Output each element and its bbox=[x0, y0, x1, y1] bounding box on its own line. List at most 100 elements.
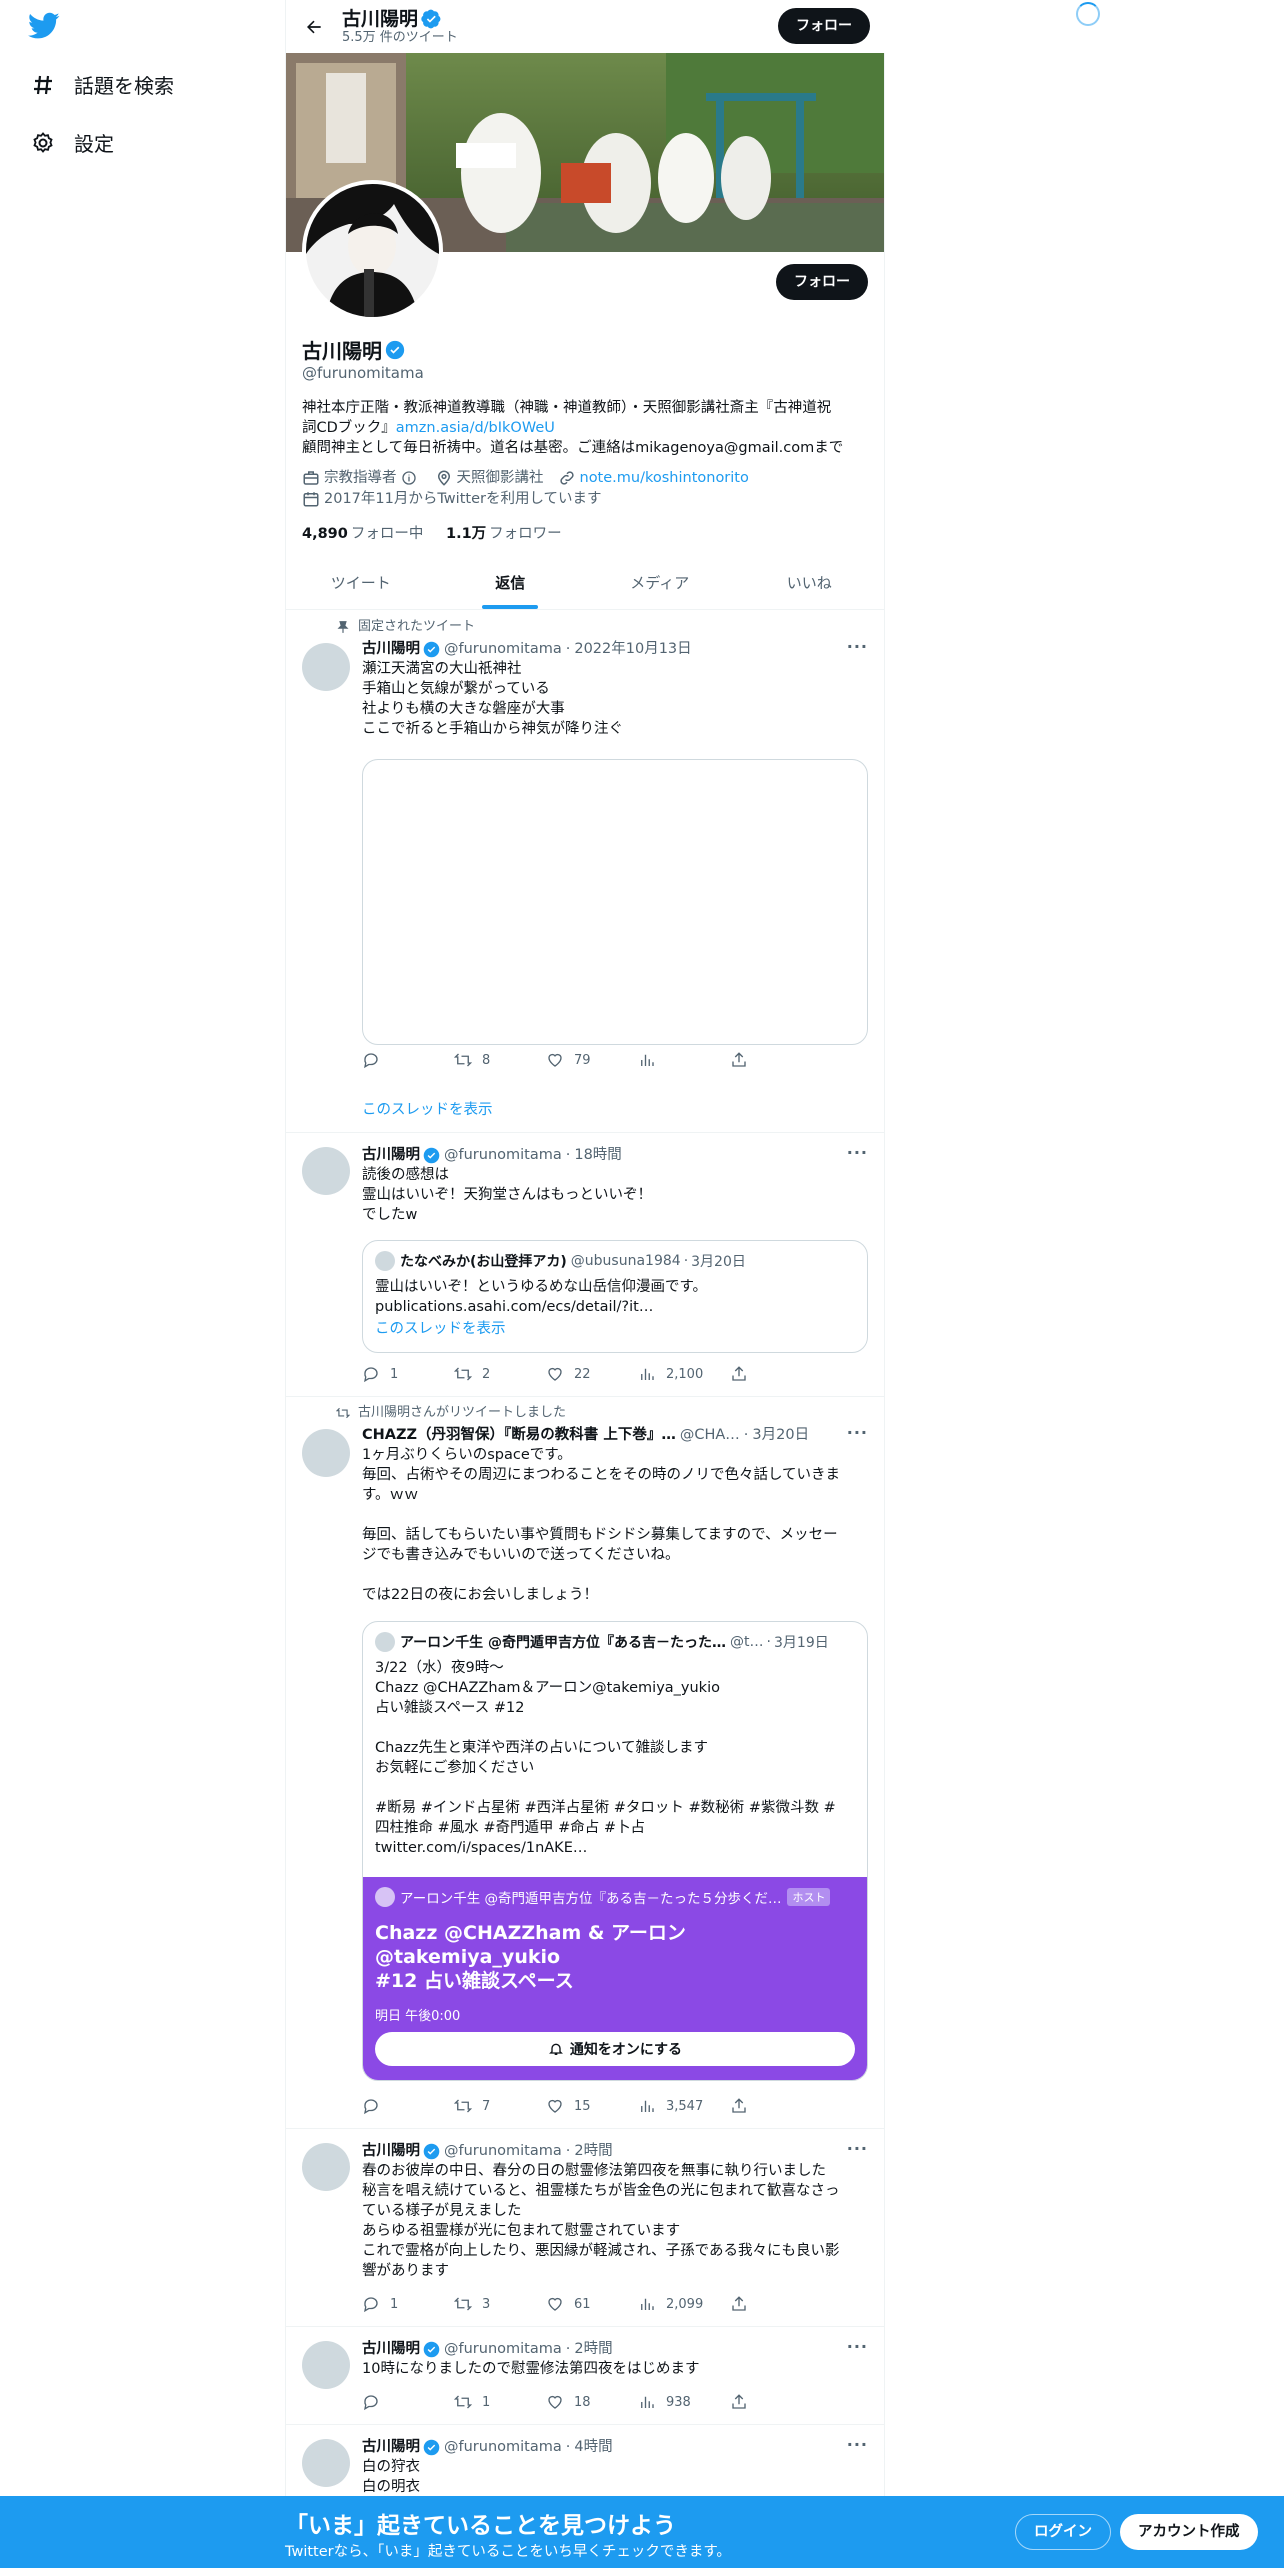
heart-icon bbox=[548, 2395, 562, 2409]
tweet-text: 読後の感想は 霊山はいいぞ！天狗堂さんはもっといいぞ！ でしたw bbox=[362, 1167, 652, 1223]
views-button[interactable]: 3,547 bbox=[638, 2097, 730, 2115]
bio-line: 詞CDブック』 bbox=[302, 420, 396, 436]
retweet-button[interactable]: 1 bbox=[454, 2393, 546, 2411]
reply-button[interactable] bbox=[362, 1051, 454, 1069]
tweet-time[interactable]: 2時間 bbox=[574, 2141, 612, 2161]
tweet[interactable]: ··· 古川陽明 @furunomitama · 2時間 春のお彼岸の中日、春分の日の… bbox=[286, 2129, 884, 2327]
info-icon[interactable] bbox=[401, 470, 417, 486]
like-button[interactable]: 79 bbox=[546, 1051, 638, 1069]
back-arrow-icon[interactable] bbox=[286, 17, 342, 37]
tweet-actions: 8 79 bbox=[362, 1051, 822, 1069]
tweet-handle[interactable]: @furunomitama bbox=[444, 2339, 562, 2359]
share-button[interactable] bbox=[730, 2097, 822, 2115]
space-time: 明日 午後0:00 bbox=[375, 2009, 461, 2024]
tab-tweets[interactable]: ツイート bbox=[286, 556, 436, 609]
share-button[interactable] bbox=[730, 2393, 822, 2411]
retweet-icon bbox=[454, 1053, 472, 1067]
quoted-tweet[interactable]: アーロン千生 @奇門遁甲吉方位『ある吉－たった… @t… · 3月19日 3/22（水… bbox=[362, 1621, 868, 2081]
views-button[interactable]: 2,100 bbox=[638, 1365, 730, 1383]
quoted-tweet[interactable]: たなべみか(お山登拝アカ) @ubusuna1984 · 3月20日 霊山はいいぞ！と… bbox=[362, 1240, 868, 1353]
tweet-avatar[interactable] bbox=[302, 2439, 350, 2487]
views-button[interactable]: 2,099 bbox=[638, 2295, 730, 2313]
nav-settings[interactable]: 設定 bbox=[28, 128, 114, 157]
like-button[interactable]: 18 bbox=[546, 2393, 638, 2411]
followers-link[interactable]: 1.1万 フォロワー bbox=[446, 526, 562, 542]
space-card[interactable]: アーロン千生 @奇門遁甲吉方位『ある吉－たった５分歩くだ… ホスト Chazz … bbox=[363, 1877, 867, 2080]
bio-line: 顧問神主として毎日祈祷中。道名は基密。ご連絡はmikagenoya@gmail.… bbox=[302, 440, 844, 456]
following-link[interactable]: 4,890 フォロー中 bbox=[302, 526, 423, 542]
nav-explore[interactable]: 話題を検索 bbox=[28, 70, 174, 99]
like-button[interactable]: 22 bbox=[546, 1365, 638, 1383]
retweet-button[interactable]: 2 bbox=[454, 1365, 546, 1383]
tweet-handle[interactable]: @furunomitama bbox=[444, 639, 562, 659]
retweet-button[interactable]: 7 bbox=[454, 2097, 546, 2115]
tweet-time[interactable]: 4時間 bbox=[574, 2437, 612, 2457]
share-icon bbox=[732, 1366, 746, 1381]
tweet-avatar[interactable] bbox=[302, 2341, 350, 2389]
retweet-count: 1 bbox=[482, 2394, 491, 2410]
signup-banner-title: 「いま」起きていることを見つけよう bbox=[285, 2513, 676, 2539]
tweet-author[interactable]: 古川陽明 bbox=[362, 2141, 420, 2161]
tweet-author[interactable]: 古川陽明 bbox=[362, 1145, 420, 1165]
tweet[interactable]: 古川陽明さんがリツイートしました ··· CHAZZ（丹羽智保）『断易の教科書 … bbox=[286, 1397, 884, 2129]
tweet-author[interactable]: 古川陽明 bbox=[362, 639, 420, 659]
space-title: Chazz @CHAZZham & アーロン@takemiya_yukio #1… bbox=[375, 1922, 686, 1992]
tweet-handle[interactable]: @furunomitama bbox=[444, 2437, 562, 2457]
bio-link[interactable]: amzn.asia/d/bIkOWeU bbox=[396, 420, 555, 436]
retweet-icon bbox=[454, 2099, 472, 2113]
tweet-author[interactable]: 古川陽明 bbox=[362, 2339, 420, 2359]
profile-avatar[interactable] bbox=[302, 180, 443, 321]
reply-button[interactable] bbox=[362, 2393, 454, 2411]
profile-website[interactable]: note.mu/koshintonorito bbox=[580, 468, 749, 488]
quoted-time: 3月20日 bbox=[691, 1254, 746, 1270]
tweet[interactable]: ··· 古川陽明 @furunomitama · 2時間 10時になりましたので慰霊修… bbox=[286, 2327, 884, 2425]
tab-media[interactable]: メディア bbox=[585, 556, 735, 609]
show-thread-link[interactable]: このスレッドを表示 bbox=[375, 1321, 506, 1337]
share-button[interactable] bbox=[730, 1051, 822, 1069]
tweet-time[interactable]: 3月20日 bbox=[752, 1425, 809, 1445]
tweet-author[interactable]: CHAZZ（丹羽智保）『断易の教科書 上下巻』… bbox=[362, 1425, 676, 1445]
quoted-time: 3月19日 bbox=[774, 1635, 829, 1651]
tweet-handle[interactable]: @furunomitama bbox=[444, 1145, 562, 1165]
tweet-avatar[interactable] bbox=[302, 2143, 350, 2191]
tweet-count: 5.5万 件のツイート bbox=[342, 29, 458, 45]
tweet-handle[interactable]: @furunomitama bbox=[444, 2141, 562, 2161]
twitter-logo-icon[interactable] bbox=[28, 12, 60, 44]
show-thread-link[interactable]: このスレッドを表示 bbox=[362, 1098, 493, 1119]
tweet-handle[interactable]: @CHA… bbox=[680, 1425, 740, 1445]
nav-explore-label: 話題を検索 bbox=[74, 74, 174, 98]
tweet-media[interactable] bbox=[362, 759, 868, 1045]
share-button[interactable] bbox=[730, 1365, 822, 1383]
login-button[interactable]: ログイン bbox=[1015, 2514, 1111, 2550]
header-follow-button[interactable]: フォロー bbox=[778, 8, 870, 44]
profile-follow-button[interactable]: フォロー bbox=[776, 264, 868, 300]
profile-joined-row: 2017年11月からTwitterを利用しています bbox=[302, 489, 616, 509]
view-count: 2,100 bbox=[666, 1366, 704, 1382]
tweet[interactable]: 固定されたツイート ··· 古川陽明 @furunomitama · 2022年10月… bbox=[286, 611, 884, 1133]
tweet-avatar[interactable] bbox=[302, 643, 350, 691]
reply-button[interactable]: 1 bbox=[362, 2295, 454, 2313]
tab-replies[interactable]: 返信 bbox=[436, 556, 586, 609]
like-count: 79 bbox=[574, 1052, 591, 1068]
retweet-button[interactable]: 8 bbox=[454, 1051, 546, 1069]
tab-likes[interactable]: いいね bbox=[735, 556, 885, 609]
retweet-button[interactable]: 3 bbox=[454, 2295, 546, 2313]
space-host-avatar bbox=[375, 1887, 395, 1907]
signup-button[interactable]: アカウント作成 bbox=[1120, 2514, 1258, 2550]
like-button[interactable]: 61 bbox=[546, 2295, 638, 2313]
like-count: 15 bbox=[574, 2098, 591, 2114]
tweet-avatar[interactable] bbox=[302, 1429, 350, 1477]
reply-button[interactable]: 1 bbox=[362, 1365, 454, 1383]
tweet-avatar[interactable] bbox=[302, 1147, 350, 1195]
tweet-time[interactable]: 2時間 bbox=[574, 2339, 612, 2359]
tweet[interactable]: ··· 古川陽明 @furunomitama · 18時間 読後の感想は 霊山はいいぞ… bbox=[286, 1133, 884, 1397]
like-button[interactable]: 15 bbox=[546, 2097, 638, 2115]
reply-button[interactable] bbox=[362, 2097, 454, 2115]
space-notify-button[interactable]: 通知をオンにする bbox=[375, 2032, 855, 2066]
views-button[interactable]: 938 bbox=[638, 2393, 730, 2411]
views-button[interactable] bbox=[638, 1051, 730, 1069]
tweet-time[interactable]: 18時間 bbox=[574, 1145, 621, 1165]
share-button[interactable] bbox=[730, 2295, 822, 2313]
tweet-author[interactable]: 古川陽明 bbox=[362, 2437, 420, 2457]
tweet-time[interactable]: 2022年10月13日 bbox=[574, 639, 691, 659]
